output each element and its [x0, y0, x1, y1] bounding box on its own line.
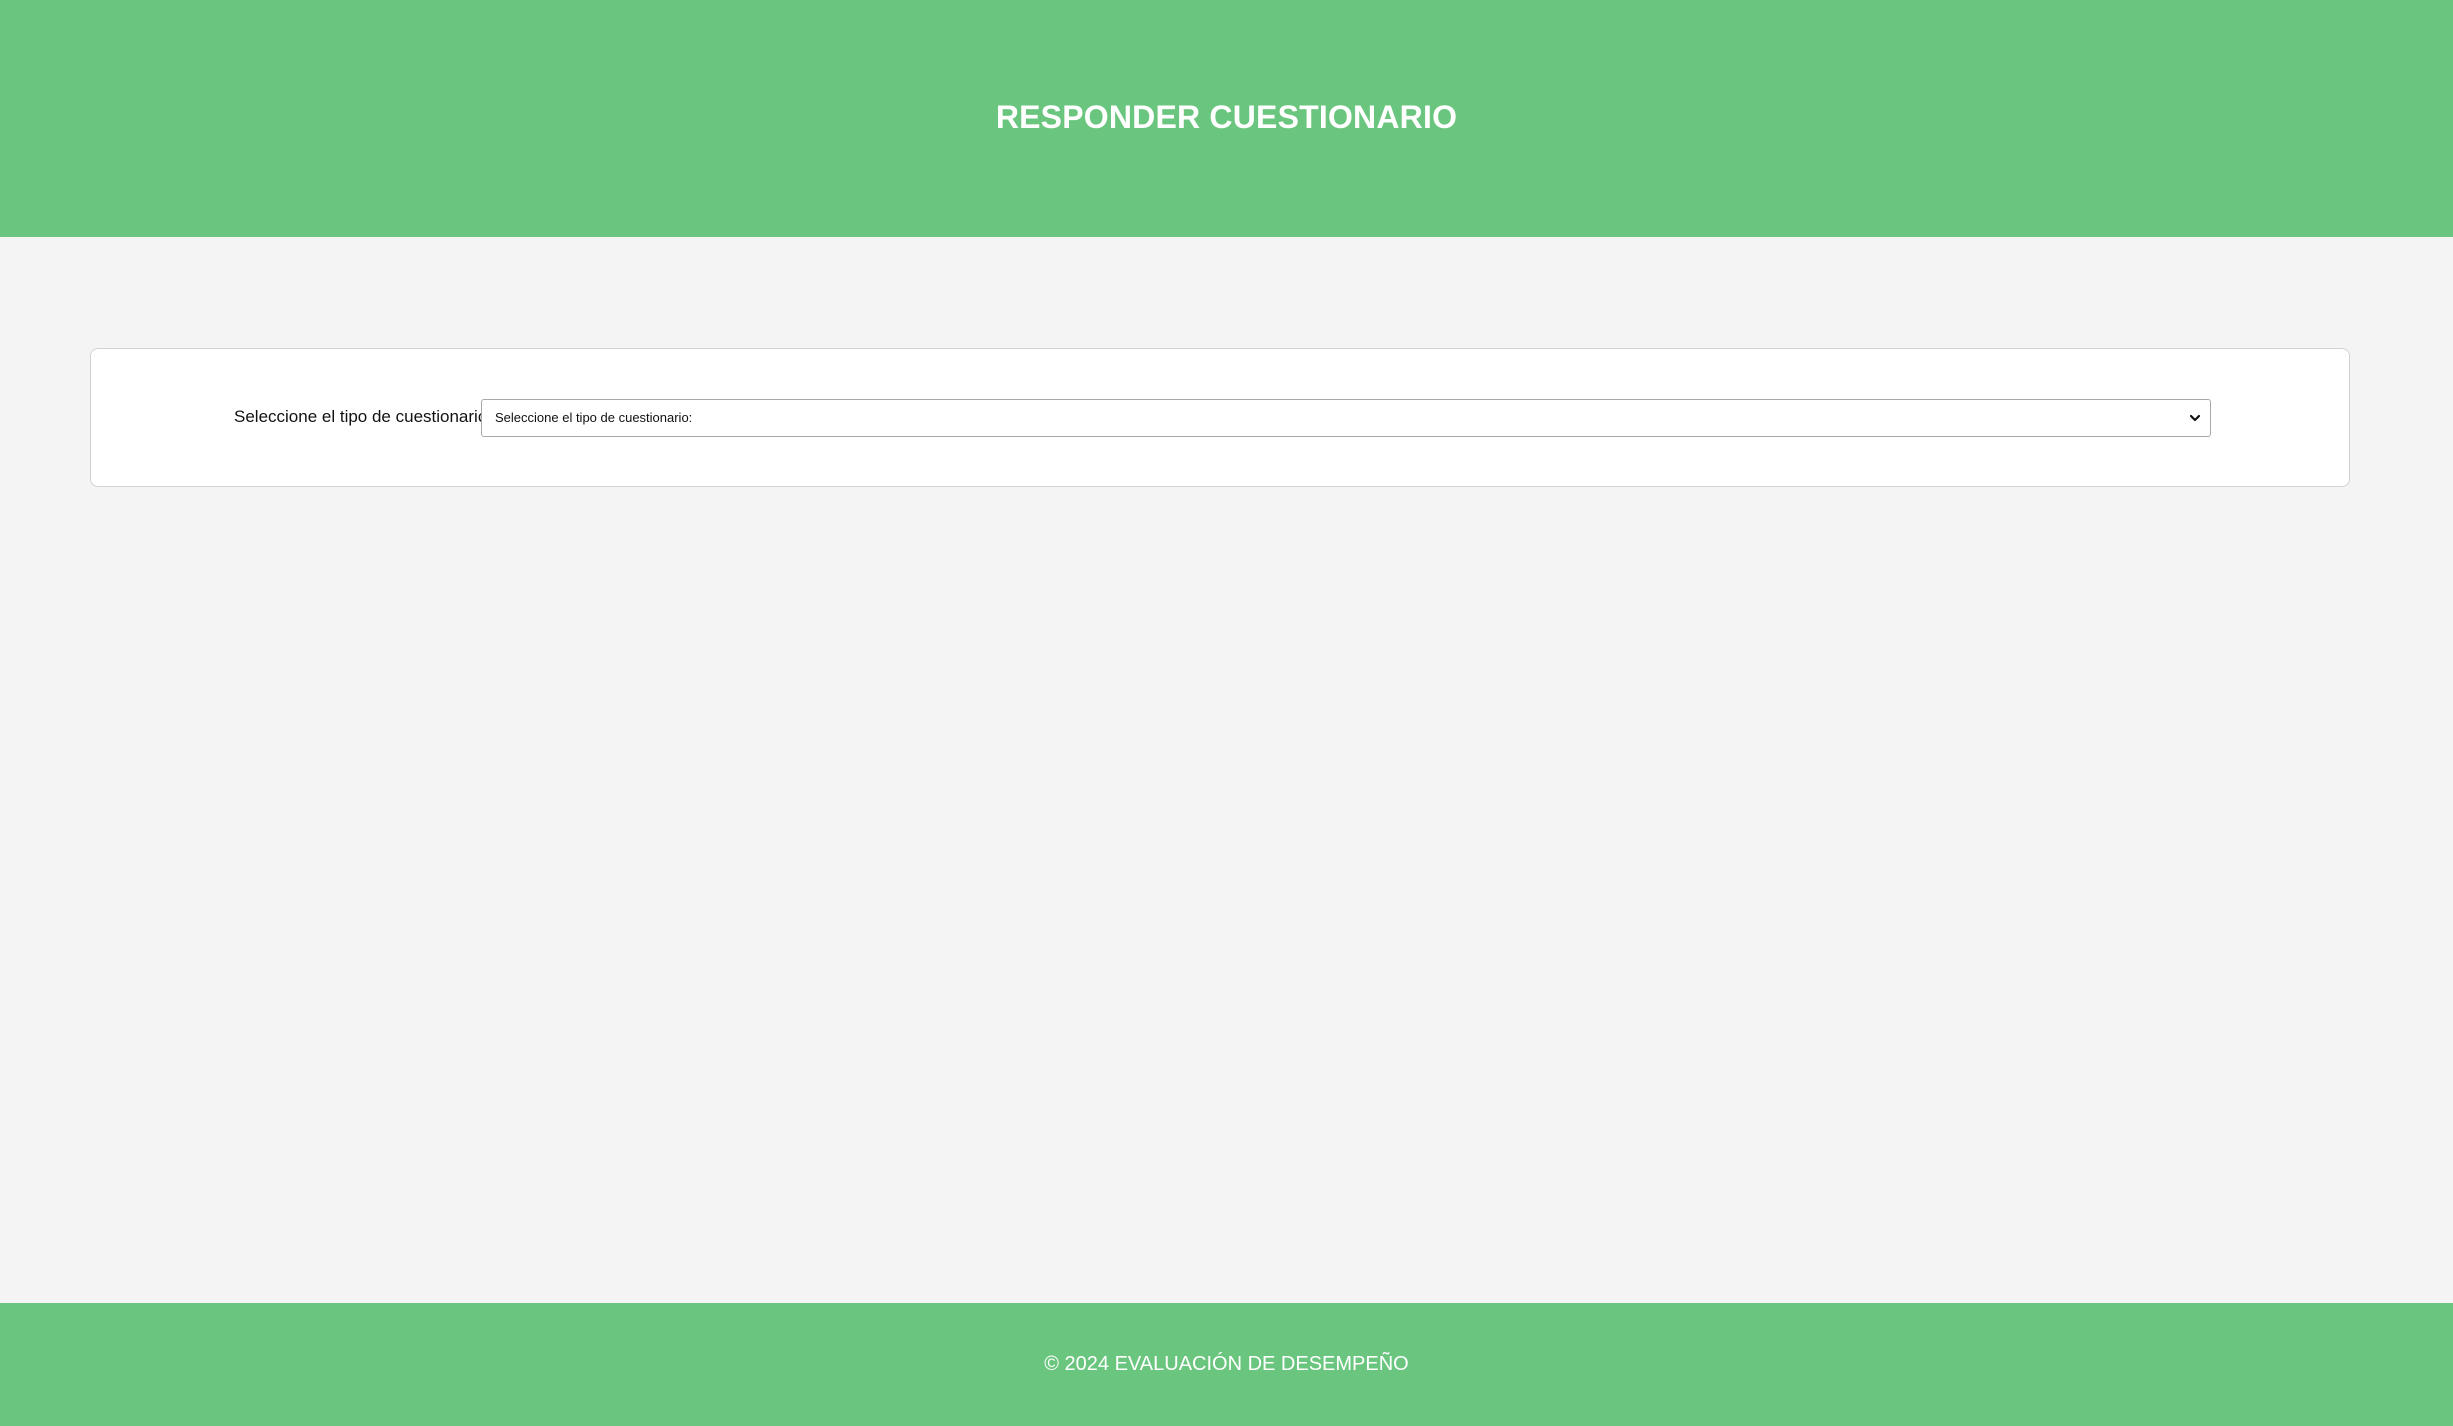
chevron-down-icon — [2189, 414, 2201, 422]
page-title: RESPONDER CUESTIONARIO — [995, 98, 1458, 135]
questionnaire-type-selected-value: Seleccione el tipo de cuestionario: — [495, 410, 693, 425]
page-header: RESPONDER CUESTIONARIO — [0, 0, 2453, 237]
questionnaire-type-label: Seleccione el tipo de cuestionario: — [234, 407, 492, 426]
page-footer: © 2024 EVALUACIÓN DE DESEMPEÑO — [0, 1303, 2453, 1426]
footer-copyright: © 2024 EVALUACIÓN DE DESEMPEÑO — [1044, 1353, 1409, 1375]
questionnaire-type-select[interactable]: Seleccione el tipo de cuestionario: — [481, 399, 2211, 437]
questionnaire-card: Seleccione el tipo de cuestionario: Sele… — [90, 348, 2350, 487]
